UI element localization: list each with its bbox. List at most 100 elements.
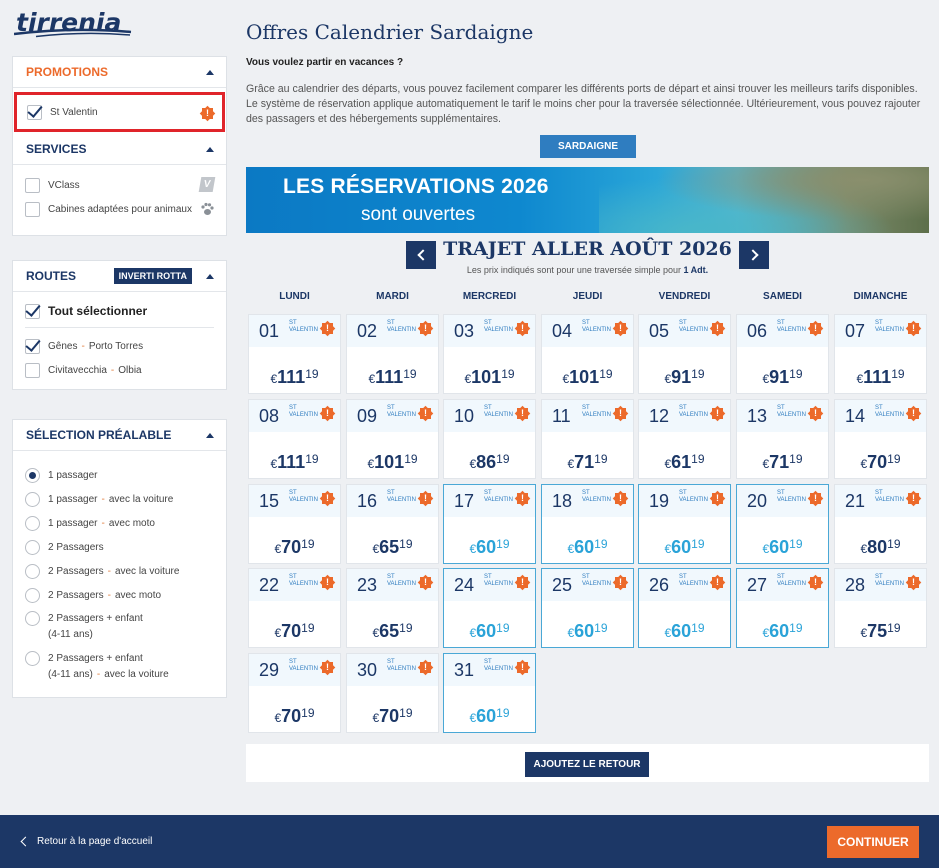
calendar-day-cell[interactable]: 21 ST VALENTIN! €8019 (834, 484, 927, 564)
calendar-day-cell[interactable]: 05 ST VALENTIN! €9119 (638, 314, 731, 394)
price-integer: 111 (375, 367, 404, 387)
calendar-day-cell[interactable]: 31 ST VALENTIN! €6019 (443, 653, 536, 733)
route-checkbox[interactable] (25, 338, 40, 354)
service-pets-cabin[interactable]: Cabines adaptées pour animaux (13, 197, 226, 221)
preselection-header[interactable]: SÉLECTION PRÉALABLE (13, 420, 226, 450)
calendar-day-cell[interactable]: 03 ST VALENTIN! €10119 (443, 314, 536, 394)
promo-alert-icon: ! (516, 576, 529, 589)
option-label: 2 Passagers (48, 541, 104, 553)
calendar-day-cell[interactable]: 27 ST VALENTIN! €6019 (736, 568, 829, 648)
invert-route-button[interactable]: INVERTI ROTTA (113, 268, 192, 284)
calendar-day-cell[interactable]: 22 ST VALENTIN! €7019 (248, 568, 341, 648)
preselect-option[interactable]: 1 passager - avec la voiture (25, 487, 214, 511)
preselect-radio[interactable] (25, 467, 40, 483)
option-separator: - (107, 589, 111, 601)
preselect-radio[interactable] (25, 539, 40, 555)
preselect-option[interactable]: 2 Passagers + enfant (4-11 ans) (25, 607, 214, 647)
calendar-day-cell[interactable]: 10 ST VALENTIN! €8619 (443, 399, 536, 479)
next-month-button[interactable] (739, 241, 769, 269)
promo-st-valentin[interactable]: St Valentin ! (14, 92, 225, 132)
collapse-caret-icon[interactable] (206, 432, 214, 438)
collapse-caret-icon[interactable] (206, 69, 214, 75)
calendar-day-cell[interactable]: 29 ST VALENTIN! €7019 (248, 653, 341, 733)
calendar-day-cell[interactable]: 06 ST VALENTIN! €9119 (736, 314, 829, 394)
calendar-day-cell[interactable]: 12 ST VALENTIN! €6119 (638, 399, 731, 479)
calendar-day-cell[interactable]: 23 ST VALENTIN! €6519 (346, 568, 439, 648)
price-decimal: 19 (594, 537, 608, 551)
preselect-radio[interactable] (25, 611, 40, 626)
preselect-option[interactable]: 2 Passagers + enfant (4-11 ans) - avec la … (25, 647, 214, 687)
promotions-header[interactable]: PROMOTIONS (13, 57, 226, 87)
destination-button[interactable]: SARDAIGNE (540, 135, 636, 158)
preselect-option[interactable]: 2 Passagers (25, 535, 214, 559)
day-price: €6119 (639, 452, 730, 473)
continue-button[interactable]: CONTINUER (827, 826, 919, 858)
preselect-radio[interactable] (25, 651, 40, 666)
services-header[interactable]: SERVICES (13, 134, 226, 164)
preselect-radio[interactable] (25, 515, 40, 531)
price-decimal: 19 (691, 537, 705, 551)
price-integer: 60 (476, 621, 497, 641)
preselect-option[interactable]: 2 Passagers - avec la voiture (25, 559, 214, 583)
weekday-label: VENDREDI (658, 291, 711, 302)
calendar-day-cell[interactable]: 08 ST VALENTIN! €11119 (248, 399, 341, 479)
calendar-day-cell[interactable]: 17 ST VALENTIN! €6019 (443, 484, 536, 564)
service-checkbox[interactable] (25, 177, 40, 193)
promo-banner[interactable]: LES RÉSERVATIONS 2026 sont ouvertes (246, 167, 929, 233)
preselect-radio[interactable] (25, 587, 40, 603)
price-decimal: 19 (399, 537, 413, 551)
collapse-caret-icon[interactable] (206, 146, 214, 152)
preselect-option[interactable]: 2 Passagers - avec moto (25, 583, 214, 607)
service-checkbox[interactable] (25, 201, 40, 217)
day-price: €6019 (737, 621, 828, 642)
page-title: Offres Calendrier Sardaigne (246, 20, 534, 44)
calendar-day-cell[interactable]: 20 ST VALENTIN! €6019 (736, 484, 829, 564)
calendar-day-cell[interactable]: 11 ST VALENTIN! €7119 (541, 399, 634, 479)
collapse-caret-icon[interactable] (206, 273, 214, 279)
preselect-option[interactable]: 1 passager - avec moto (25, 511, 214, 535)
prev-month-button[interactable] (406, 241, 436, 269)
calendar-day-cell[interactable]: 07 ST VALENTIN! €11119 (834, 314, 927, 394)
calendar-day-cell[interactable]: 14 ST VALENTIN! €7019 (834, 399, 927, 479)
route-separator: - (110, 364, 115, 376)
service-vclass[interactable]: VClass V (13, 173, 226, 197)
back-home-link[interactable]: Retour à la page d'accueil (20, 836, 152, 847)
select-all-checkbox[interactable] (25, 303, 40, 319)
calendar-day-cell[interactable]: 01 ST VALENTIN! €11119 (248, 314, 341, 394)
route-from: Gênes (48, 340, 78, 352)
promo-alert-icon: ! (516, 322, 529, 335)
trip-note-text: Les prix indiqués sont pour une traversé… (466, 265, 684, 275)
route-civitavecchia-olbia[interactable]: Civitavecchia - Olbia (13, 358, 226, 382)
price-decimal: 19 (789, 621, 803, 635)
preselect-option[interactable]: 1 passager (25, 463, 214, 487)
calendar-day-cell[interactable]: 15 ST VALENTIN! €7019 (248, 484, 341, 564)
promo-checkbox[interactable] (27, 104, 42, 120)
price-integer: 91 (769, 367, 790, 387)
calendar-day-cell[interactable]: 28 ST VALENTIN! €7519 (834, 568, 927, 648)
calendar-day-cell[interactable]: 18 ST VALENTIN! €6019 (541, 484, 634, 564)
calendar-day-cell[interactable]: 02 ST VALENTIN! €11119 (346, 314, 439, 394)
add-return-button[interactable]: AJOUTEZ LE RETOUR (525, 752, 649, 777)
promo-alert-icon: ! (419, 322, 432, 335)
route-checkbox[interactable] (25, 362, 40, 378)
route-genes-porto-torres[interactable]: Gênes - Porto Torres (13, 334, 226, 358)
tirrenia-logo[interactable]: tirrenia (14, 8, 132, 38)
option-extra: avec moto (108, 517, 155, 529)
preselect-radio[interactable] (25, 563, 40, 579)
calendar-day-cell[interactable]: 30 ST VALENTIN! €7019 (346, 653, 439, 733)
calendar-day-cell[interactable]: 13 ST VALENTIN! €7119 (736, 399, 829, 479)
calendar-day-cell[interactable]: 24 ST VALENTIN! €6019 (443, 568, 536, 648)
option-label-line2: (4-11 ans) (48, 669, 93, 680)
price-integer: 71 (574, 452, 595, 472)
day-number: 28 (845, 575, 866, 595)
calendar-day-cell[interactable]: 26 ST VALENTIN! €6019 (638, 568, 731, 648)
select-all-routes[interactable]: Tout sélectionner (13, 298, 226, 324)
calendar-day-cell[interactable]: 16 ST VALENTIN! €6519 (346, 484, 439, 564)
calendar-day-cell[interactable]: 09 ST VALENTIN! €10119 (346, 399, 439, 479)
option-label: 1 passager (48, 469, 98, 481)
calendar-day-cell[interactable]: 25 ST VALENTIN! €6019 (541, 568, 634, 648)
calendar-day-cell[interactable]: 19 ST VALENTIN! €6019 (638, 484, 731, 564)
preselect-radio[interactable] (25, 491, 40, 507)
calendar-day-cell[interactable]: 04 ST VALENTIN! €10119 (541, 314, 634, 394)
promo-alert-icon: ! (907, 492, 920, 505)
